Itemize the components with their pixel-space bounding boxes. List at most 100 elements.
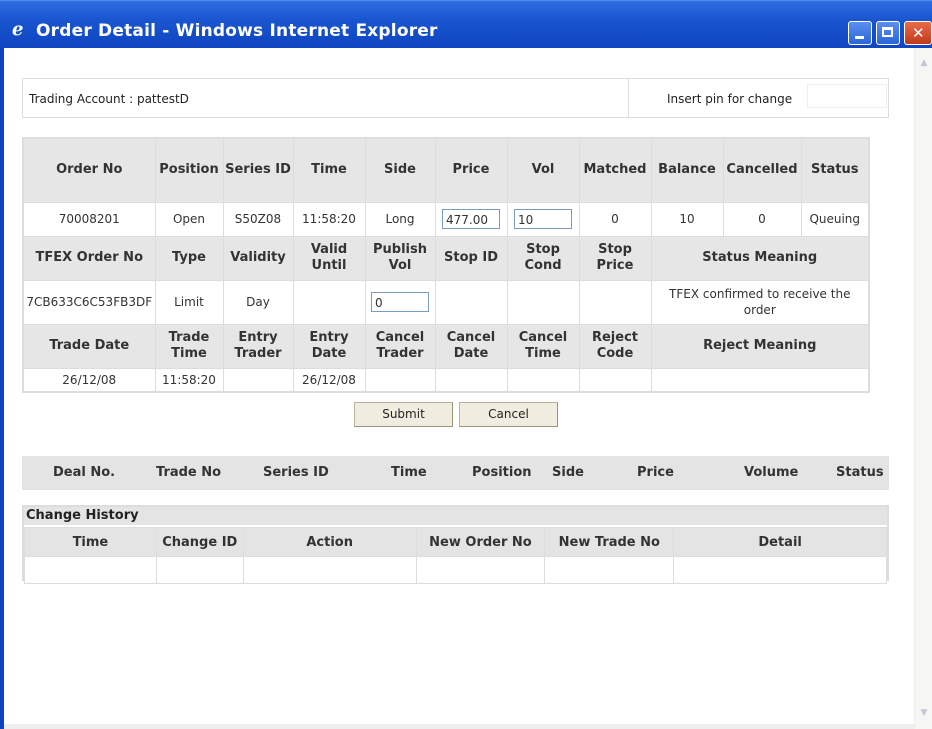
- history-empty-cell: [242, 556, 417, 584]
- header-cancelled: Cancelled: [722, 137, 802, 203]
- cancelled-value: 0: [722, 201, 802, 237]
- stop-id-value: [434, 279, 508, 325]
- header-vol: Vol: [506, 137, 580, 203]
- tfex-order-no-value: 7CB633C6C53FB3DF: [22, 279, 156, 325]
- pin-input[interactable]: [807, 84, 887, 108]
- change-history-title: Change History: [24, 507, 887, 525]
- header-entry-date: Entry Date: [292, 323, 366, 369]
- header-stop-cond: Stop Cond: [506, 235, 580, 281]
- title-bar: ℯ Order Detail - Windows Internet Explor…: [0, 0, 932, 48]
- header-time: Time: [292, 137, 366, 203]
- pin-label: Insert pin for change: [667, 92, 793, 106]
- maximize-button[interactable]: [876, 21, 900, 45]
- history-col-detail: Detail: [673, 527, 887, 557]
- history-empty-cell: [673, 556, 887, 584]
- publish-vol-input[interactable]: 0: [371, 292, 429, 312]
- order-detail-grid: Order No Position Series ID Time Side Pr…: [22, 137, 870, 393]
- history-col-change-id: Change ID: [155, 527, 244, 557]
- header-valid-until: Valid Until: [292, 235, 366, 281]
- price-input[interactable]: 477.00: [442, 209, 500, 229]
- vol-input[interactable]: 10: [514, 209, 572, 229]
- deals-col-price: Price: [637, 465, 674, 480]
- change-history-panel: Change History Time Change ID Action New…: [22, 505, 889, 584]
- cancel-button[interactable]: Cancel: [459, 402, 558, 427]
- history-col-new-order-no: New Order No: [415, 527, 546, 557]
- history-empty-cell: [155, 556, 244, 584]
- pin-section: Insert pin for change: [628, 78, 890, 118]
- header-entry-trader: Entry Trader: [222, 323, 294, 369]
- window-frame: [0, 48, 4, 729]
- trade-time-value: 11:58:20: [154, 367, 224, 393]
- order-no-value: 70008201: [22, 201, 156, 237]
- entry-trader-value: [222, 367, 294, 393]
- header-validity: Validity: [222, 235, 294, 281]
- type-value: Limit: [154, 279, 224, 325]
- status-value: Queuing: [800, 201, 870, 237]
- history-empty-cell: [544, 556, 675, 584]
- deals-col-volume: Volume: [744, 465, 799, 480]
- header-status: Status: [800, 137, 870, 203]
- deals-col-position: Position: [472, 465, 532, 480]
- entry-date-value: 26/12/08: [292, 367, 366, 393]
- header-type: Type: [154, 235, 224, 281]
- position-value: Open: [154, 201, 224, 237]
- series-id-value: S50Z08: [222, 201, 294, 237]
- history-col-time: Time: [24, 527, 157, 557]
- deals-header-row: Deal No. Trade No Series ID Time Positio…: [22, 456, 889, 490]
- header-publish-vol: Publish Vol: [364, 235, 436, 281]
- header-trade-date: Trade Date: [22, 323, 156, 369]
- header-cancel-date: Cancel Date: [434, 323, 508, 369]
- trading-account-label: Trading Account : pattestD: [29, 92, 189, 106]
- minimize-button[interactable]: [848, 21, 872, 45]
- header-tfex-order-no: TFEX Order No: [22, 235, 156, 281]
- vertical-scrollbar[interactable]: ▲ ▼: [914, 48, 932, 729]
- status-meaning-value: TFEX confirmed to receive the order: [650, 279, 870, 325]
- reject-meaning-value: [650, 367, 870, 393]
- close-button[interactable]: [904, 21, 932, 45]
- header-price: Price: [434, 137, 508, 203]
- deals-col-deal-no: Deal No.: [53, 465, 116, 480]
- deals-col-series-id: Series ID: [263, 465, 329, 480]
- window-title: Order Detail - Windows Internet Explorer: [36, 21, 438, 41]
- header-position: Position: [154, 137, 224, 203]
- header-cancel-time: Cancel Time: [506, 323, 580, 369]
- header-cancel-trader: Cancel Trader: [364, 323, 436, 369]
- stop-cond-value: [506, 279, 580, 325]
- header-reject-meaning: Reject Meaning: [650, 323, 870, 369]
- deals-col-time: Time: [391, 465, 427, 480]
- header-stop-price: Stop Price: [578, 235, 652, 281]
- scroll-down-icon[interactable]: ▼: [918, 708, 930, 720]
- stop-price-value: [578, 279, 652, 325]
- header-trade-time: Trade Time: [154, 323, 224, 369]
- header-matched: Matched: [578, 137, 652, 203]
- validity-value: Day: [222, 279, 294, 325]
- trade-date-value: 26/12/08: [22, 367, 156, 393]
- history-empty-cell: [415, 556, 546, 584]
- header-reject-code: Reject Code: [578, 323, 652, 369]
- history-empty-cell: [24, 556, 157, 584]
- cancel-trader-value: [364, 367, 436, 393]
- header-status-meaning: Status Meaning: [650, 235, 870, 281]
- change-history-table: Time Change ID Action New Order No New T…: [24, 527, 887, 584]
- history-col-action: Action: [242, 527, 417, 557]
- price-cell: 477.00: [434, 201, 508, 237]
- header-stop-id: Stop ID: [434, 235, 508, 281]
- side-value: Long: [364, 201, 436, 237]
- reject-code-value: [578, 367, 652, 393]
- header-balance: Balance: [650, 137, 724, 203]
- header-order-no: Order No: [22, 137, 156, 203]
- header-side: Side: [364, 137, 436, 203]
- history-col-new-trade-no: New Trade No: [544, 527, 675, 557]
- ie-icon: ℯ: [12, 19, 24, 40]
- cancel-time-value: [506, 367, 580, 393]
- time-value: 11:58:20: [292, 201, 366, 237]
- scroll-up-icon[interactable]: ▲: [918, 58, 930, 70]
- deals-col-status: Status: [836, 465, 884, 480]
- matched-value: 0: [578, 201, 652, 237]
- publish-vol-cell: 0: [364, 279, 436, 325]
- header-series-id: Series ID: [222, 137, 294, 203]
- deals-col-side: Side: [552, 465, 584, 480]
- account-bar: Trading Account : pattestD Insert pin fo…: [22, 78, 889, 118]
- submit-button[interactable]: Submit: [354, 402, 453, 427]
- valid-until-value: [292, 279, 366, 325]
